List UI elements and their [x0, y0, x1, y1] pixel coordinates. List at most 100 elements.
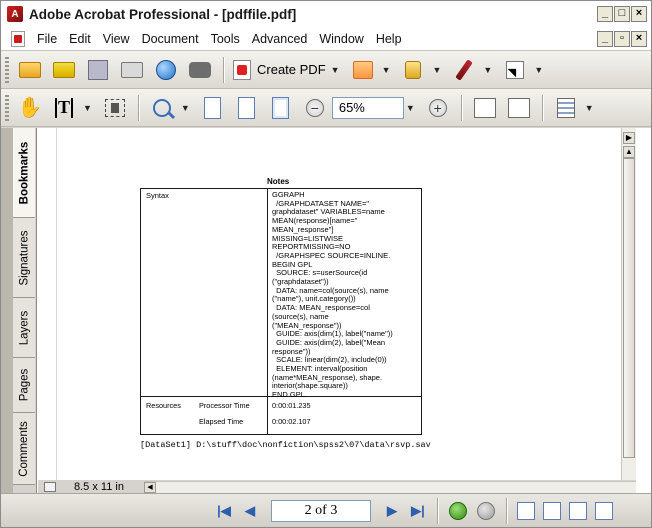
tab-comments[interactable]: Comments — [13, 413, 35, 485]
page-size-icon — [44, 481, 56, 492]
facing-icon[interactable] — [569, 501, 587, 520]
email-icon — [156, 59, 176, 80]
scroll-left-icon[interactable]: ◀ — [144, 481, 156, 493]
toolbar-grip[interactable] — [5, 94, 9, 121]
previous-page-icon[interactable]: ◀ — [241, 502, 259, 520]
toolbar-separator — [460, 94, 462, 121]
processor-time-value: 0:00:01.235 — [272, 401, 311, 410]
syntax-code: GGRAPH /GRAPHDATASET NAME=" graphdataset"… — [272, 190, 422, 400]
search-icon — [189, 61, 211, 78]
window-title: Adobe Acrobat Professional - [pdffile.pd… — [29, 6, 297, 22]
tab-layers[interactable]: Layers — [13, 298, 35, 358]
snapshot-button[interactable] — [101, 94, 129, 122]
hand-icon: ✋ — [17, 97, 43, 119]
tab-signatures[interactable]: Signatures — [13, 218, 35, 298]
vertical-scroll-thumb[interactable] — [623, 158, 635, 458]
save-button[interactable] — [84, 56, 112, 84]
menu-help[interactable]: Help — [370, 32, 408, 46]
actual-size-button[interactable] — [199, 94, 227, 122]
combine-dropdown[interactable]: ▼ — [382, 65, 391, 75]
menu-tools[interactable]: Tools — [205, 32, 246, 46]
tab-layers-label: Layers — [18, 310, 30, 345]
rotate-counterclockwise-button[interactable] — [505, 94, 533, 122]
continuous-facing-icon[interactable] — [595, 501, 613, 520]
syntax-line: END GPL. — [272, 390, 308, 400]
email-button[interactable] — [152, 56, 180, 84]
hand-tool-button[interactable]: ✋ — [16, 94, 44, 122]
go-forward-icon[interactable] — [477, 501, 495, 520]
zoom-tool-dropdown[interactable]: ▼ — [181, 103, 190, 113]
resources-label: Resources — [146, 401, 181, 410]
continuous-icon[interactable] — [543, 501, 561, 520]
select-text-dropdown[interactable]: ▼ — [83, 103, 92, 113]
doc-close-button[interactable]: × — [631, 31, 647, 47]
tab-bookmarks[interactable]: Bookmarks — [13, 128, 35, 218]
zoom-tool-button[interactable] — [148, 94, 176, 122]
menu-document[interactable]: Document — [136, 32, 205, 46]
zoom-in-button[interactable]: + — [424, 94, 452, 122]
rotate-clockwise-button[interactable] — [471, 94, 499, 122]
sign-button[interactable] — [450, 56, 478, 84]
combine-icon — [352, 60, 373, 79]
tab-pages[interactable]: Pages — [13, 358, 35, 413]
last-page-icon[interactable]: ▶| — [409, 502, 427, 520]
menu-window[interactable]: Window — [313, 32, 369, 46]
toolbar-separator — [437, 497, 438, 524]
toolbar-separator — [223, 56, 224, 83]
select-object-dropdown[interactable]: ▼ — [534, 65, 543, 75]
doc-minimize-button[interactable]: _ — [597, 31, 613, 47]
horizontal-scrollbar[interactable]: ◀ — [144, 480, 636, 493]
minimize-button[interactable]: _ — [597, 6, 613, 22]
fit-page-button[interactable] — [233, 94, 261, 122]
menu-file[interactable]: File — [31, 32, 63, 46]
fit-width-button[interactable] — [267, 94, 295, 122]
first-page-icon[interactable]: |◀ — [215, 502, 233, 520]
select-text-button[interactable]: T — [50, 94, 78, 122]
toolbar-separator — [137, 94, 139, 121]
select-object-icon — [506, 60, 525, 79]
close-button[interactable]: × — [631, 6, 647, 22]
scroll-right-icon[interactable]: ▶ — [623, 132, 635, 144]
document-icon[interactable] — [11, 30, 25, 47]
go-back-icon[interactable] — [449, 501, 467, 520]
open-button[interactable] — [16, 56, 44, 84]
restore-button[interactable]: □ — [614, 6, 630, 22]
zoom-level-field[interactable]: 65% — [331, 96, 404, 119]
fit-width-icon — [272, 96, 290, 119]
print-button[interactable] — [118, 56, 146, 84]
menu-view[interactable]: View — [97, 32, 136, 46]
navigation-pane-splitter[interactable] — [1, 128, 13, 493]
zoom-level-dropdown[interactable]: ▼ — [406, 103, 415, 113]
organizer-button[interactable] — [50, 56, 78, 84]
create-pdf-dropdown[interactable]: ▼ — [331, 65, 340, 75]
document-pane[interactable]: Notes Syntax GGRAPH /GRAPHDATASET NAME="… — [38, 128, 636, 480]
navigation-bar: |◀ ◀ 2 of 3 ▶ ▶| — [1, 493, 651, 527]
select-object-button[interactable] — [501, 56, 529, 84]
combine-button[interactable] — [349, 56, 377, 84]
zoom-out-icon: − — [305, 98, 324, 117]
elapsed-time-value: 0:00:02.107 — [272, 417, 311, 426]
doc-restore-button[interactable]: ▫ — [614, 31, 630, 47]
next-page-icon[interactable]: ▶ — [383, 502, 401, 520]
secure-button[interactable] — [399, 56, 427, 84]
search-button[interactable] — [186, 56, 214, 84]
sign-dropdown[interactable]: ▼ — [483, 65, 492, 75]
create-pdf-button[interactable]: Create PDF — [233, 56, 326, 84]
menu-advanced[interactable]: Advanced — [246, 32, 314, 46]
secure-dropdown[interactable]: ▼ — [432, 65, 441, 75]
vertical-scrollbar[interactable]: ▶ ▲ — [621, 128, 636, 480]
page-layout-button[interactable] — [552, 94, 580, 122]
rotate-cw-icon — [473, 97, 496, 118]
scroll-up-icon[interactable]: ▲ — [623, 146, 635, 158]
page-layout-dropdown[interactable]: ▼ — [585, 103, 594, 113]
notes-title: Notes — [267, 177, 290, 186]
print-icon — [121, 61, 143, 78]
toolbar-grip[interactable] — [5, 56, 9, 83]
elapsed-time-label: Elapsed Time — [199, 417, 244, 426]
page-number-field[interactable]: 2 of 3 — [271, 499, 371, 522]
menu-edit[interactable]: Edit — [63, 32, 97, 46]
actual-size-icon — [204, 96, 222, 119]
main-area: Bookmarks Signatures Layers Pages Commen… — [1, 128, 651, 493]
single-page-icon[interactable] — [517, 501, 535, 520]
zoom-out-button[interactable]: − — [301, 94, 329, 122]
